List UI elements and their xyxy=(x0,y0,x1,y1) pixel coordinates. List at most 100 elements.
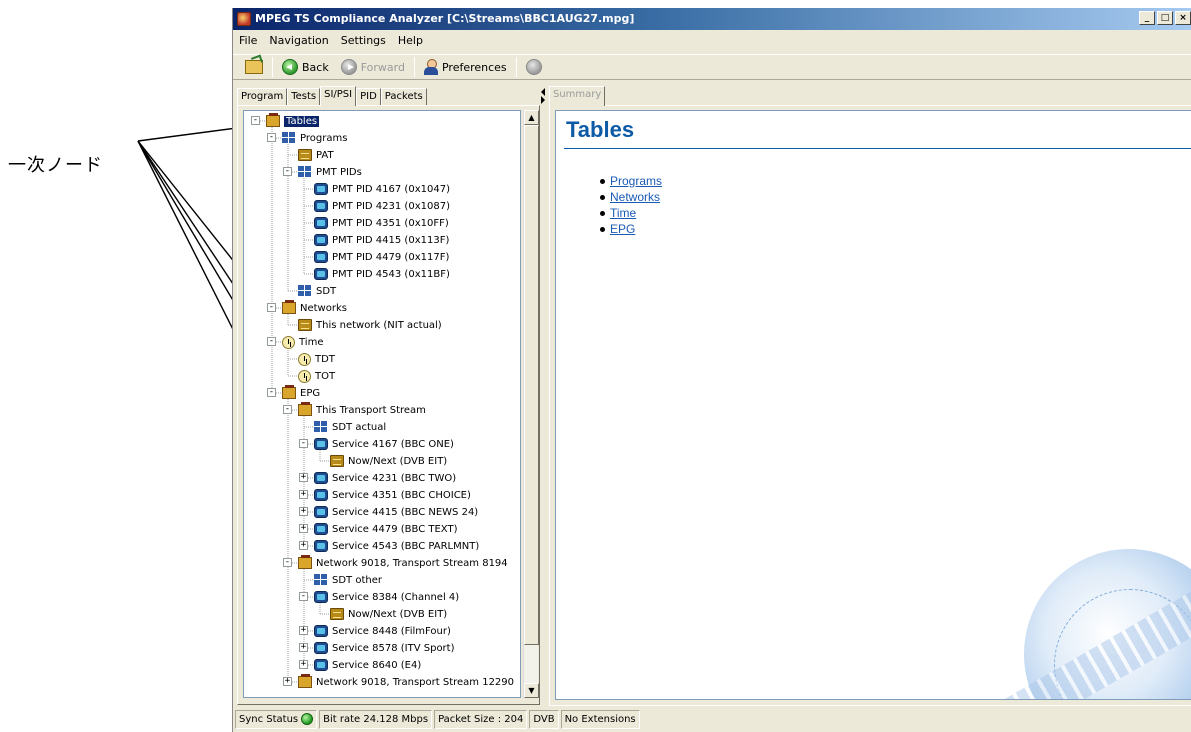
tab-pid[interactable]: PID xyxy=(356,88,381,106)
tab-program[interactable]: Program xyxy=(237,88,288,106)
tab-si-psi[interactable]: SI/PSI xyxy=(320,86,357,106)
scroll-down-arrow[interactable]: ▼ xyxy=(524,683,539,698)
tree-node[interactable]: SDT xyxy=(298,283,336,299)
tree-node[interactable]: Time xyxy=(282,334,323,350)
scroll-up-arrow[interactable]: ▲ xyxy=(524,110,539,125)
tree-node[interactable]: Programs xyxy=(282,130,347,146)
si-psi-tree[interactable]: - Tables - Programs PAT - PMT PIDs PMT PID 4167… xyxy=(243,110,521,698)
tree-node[interactable]: Service 8578 (ITV Sport) xyxy=(314,640,455,656)
tree-node[interactable]: Tables xyxy=(266,113,320,129)
tv-icon xyxy=(314,234,328,246)
panel-splitter[interactable] xyxy=(541,86,549,706)
tree-node[interactable]: Service 4543 (BBC PARLMNT) xyxy=(314,538,479,554)
tree-node[interactable]: PMT PID 4543 (0x11BF) xyxy=(314,266,450,282)
tv-icon xyxy=(314,659,328,671)
tree-node[interactable]: PMT PID 4231 (0x1087) xyxy=(314,198,450,214)
tree-node-label: This Transport Stream xyxy=(316,404,426,416)
tree-expander[interactable]: - xyxy=(299,592,308,601)
collapse-right-icon[interactable] xyxy=(541,96,545,104)
tree-node[interactable]: Service 4479 (BBC TEXT) xyxy=(314,521,457,537)
left-tab-strip: Program Tests SI/PSI PID Packets xyxy=(237,86,427,106)
tree-node[interactable]: Now/Next (DVB EIT) xyxy=(330,453,447,469)
tree-expander[interactable]: + xyxy=(299,541,308,550)
tree-node[interactable]: PMT PID 4415 (0x113F) xyxy=(314,232,449,248)
tree-node[interactable]: Service 8640 (E4) xyxy=(314,657,421,673)
collapse-left-icon[interactable] xyxy=(541,88,545,96)
menu-navigation[interactable]: Navigation xyxy=(267,34,330,47)
tree-expander[interactable]: - xyxy=(251,116,260,125)
title-bar[interactable]: MPEG TS Compliance Analyzer [C:\Streams\… xyxy=(233,8,1191,30)
tree-expander[interactable]: + xyxy=(299,626,308,635)
tree-node[interactable]: PMT PID 4479 (0x117F) xyxy=(314,249,449,265)
tree-expander[interactable]: + xyxy=(299,490,308,499)
tree-expander[interactable]: - xyxy=(267,337,276,346)
tree-node-label: PMT PID 4351 (0x10FF) xyxy=(332,217,449,229)
tree-expander[interactable]: - xyxy=(299,439,308,448)
tree-node[interactable]: PAT xyxy=(298,147,334,163)
forward-button[interactable]: Forward xyxy=(335,56,411,78)
tree-node-label: Network 9018, Transport Stream 12290 xyxy=(316,676,515,688)
link-programs[interactable]: Programs xyxy=(610,173,662,189)
tree-node[interactable]: TOT xyxy=(298,368,335,384)
tree-node[interactable]: PMT PID 4351 (0x10FF) xyxy=(314,215,449,231)
tab-tests[interactable]: Tests xyxy=(287,88,321,106)
open-file-button[interactable] xyxy=(239,56,269,78)
scroll-thumb[interactable] xyxy=(524,125,539,645)
summary-view: Tables Programs Networks Time EPG xyxy=(555,110,1191,700)
maximize-button[interactable]: □ xyxy=(1157,11,1173,25)
tree-expander[interactable]: + xyxy=(299,643,308,652)
tree-node[interactable]: Service 8448 (FilmFour) xyxy=(314,623,451,639)
preferences-button[interactable]: Preferences xyxy=(418,56,513,78)
tree-node[interactable]: This Transport Stream xyxy=(298,402,426,418)
menu-settings[interactable]: Settings xyxy=(339,34,388,47)
window-controls: _ □ × xyxy=(1139,11,1191,25)
tree-node[interactable]: EPG xyxy=(282,385,320,401)
tree-expander[interactable]: + xyxy=(299,473,308,482)
tree-expander[interactable]: - xyxy=(267,388,276,397)
tree-node[interactable]: Service 4415 (BBC NEWS 24) xyxy=(314,504,478,520)
close-button[interactable]: × xyxy=(1175,11,1191,25)
link-networks[interactable]: Networks xyxy=(610,189,660,205)
tree-node[interactable]: SDT other xyxy=(314,572,382,588)
tree-expander[interactable]: + xyxy=(299,660,308,669)
tree-expander[interactable]: + xyxy=(299,524,308,533)
tab-packets[interactable]: Packets xyxy=(380,88,427,106)
tree-node[interactable]: Networks xyxy=(282,300,347,316)
tree-node[interactable]: Network 9018, Transport Stream 8194 xyxy=(298,555,508,571)
bullet-icon xyxy=(600,210,605,216)
tree-node[interactable]: Now/Next (DVB EIT) xyxy=(330,606,447,622)
menu-help[interactable]: Help xyxy=(396,34,425,47)
tree-node[interactable]: PMT PIDs xyxy=(298,164,362,180)
tree-node[interactable]: Service 4167 (BBC ONE) xyxy=(314,436,454,452)
app-icon[interactable] xyxy=(237,12,251,26)
tree-node[interactable]: Service 4351 (BBC CHOICE) xyxy=(314,487,471,503)
tree-node[interactable]: PMT PID 4167 (0x1047) xyxy=(314,181,450,197)
back-button[interactable]: Back xyxy=(276,56,335,78)
summary-link-list: Programs Networks Time EPG xyxy=(600,173,662,237)
tree-expander[interactable]: - xyxy=(267,303,276,312)
tree-expander[interactable]: + xyxy=(283,677,292,686)
tree-expander[interactable]: - xyxy=(267,133,276,142)
tree-node[interactable]: Network 9018, Transport Stream 12290 xyxy=(298,674,514,690)
open-folder-icon xyxy=(245,60,263,74)
link-epg[interactable]: EPG xyxy=(610,221,635,237)
tree-expander[interactable]: - xyxy=(283,405,292,414)
minimize-button[interactable]: _ xyxy=(1139,11,1155,25)
tree-expander[interactable]: - xyxy=(283,167,292,176)
grid-icon xyxy=(314,421,328,433)
menu-file[interactable]: File xyxy=(237,34,259,47)
tree-node[interactable]: Service 8384 (Channel 4) xyxy=(314,589,459,605)
tree-node[interactable]: Service 4231 (BBC TWO) xyxy=(314,470,456,486)
link-time[interactable]: Time xyxy=(610,205,636,221)
tree-node[interactable]: SDT actual xyxy=(314,419,386,435)
tab-summary[interactable]: Summary xyxy=(549,86,606,106)
tree-frame: - Tables - Programs PAT - PMT PIDs PMT PID 4167… xyxy=(237,105,540,705)
tree-node[interactable]: This network (NIT actual) xyxy=(298,317,442,333)
tree-expander[interactable]: + xyxy=(299,507,308,516)
standard-cell: DVB xyxy=(529,709,559,729)
stop-button[interactable] xyxy=(520,56,548,78)
tv-icon xyxy=(314,591,328,603)
tree-node[interactable]: TDT xyxy=(298,351,335,367)
tree-scrollbar[interactable]: ▲ ▼ xyxy=(523,110,539,698)
tree-expander[interactable]: - xyxy=(283,558,292,567)
